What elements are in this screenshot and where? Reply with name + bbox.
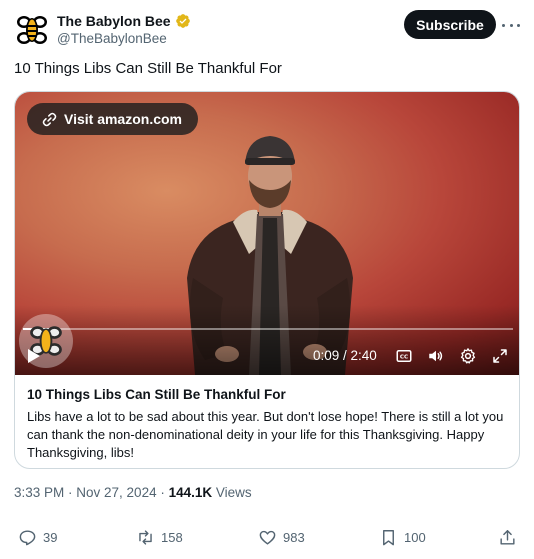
- repost-icon: [139, 530, 152, 545]
- reply-icon: [19, 530, 36, 546]
- account-name[interactable]: The Babylon Bee: [57, 13, 171, 29]
- repost-button[interactable]: 158: [136, 528, 183, 547]
- more-options-icon[interactable]: [502, 17, 520, 33]
- tweet-meta: 3:33 PM · Nov 27, 2024 · 144.1K Views: [14, 485, 252, 500]
- tweet-header: The Babylon Bee @TheBabylonBee Subscribe: [14, 10, 520, 50]
- video-time: 0:09 / 2:40: [313, 348, 377, 363]
- bookmark-icon: [383, 530, 394, 546]
- verified-badge-icon: [175, 14, 190, 28]
- heart-icon: [259, 530, 276, 545]
- volume-icon[interactable]: [427, 347, 445, 365]
- avatar[interactable]: [14, 12, 50, 48]
- views-count: 144.1K: [168, 485, 213, 500]
- video-player[interactable]: Visit amazon.com 0:09 / 2:40 CC: [15, 92, 519, 375]
- babylon-bee-logo-icon: [17, 16, 47, 44]
- video-card[interactable]: Visit amazon.com 0:09 / 2:40 CC 10 Thing…: [14, 91, 520, 469]
- account-name-row: The Babylon Bee: [57, 13, 191, 29]
- settings-icon[interactable]: [459, 347, 477, 365]
- card-title[interactable]: 10 Things Libs Can Still Be Thankful For: [27, 387, 509, 402]
- account-handle[interactable]: @TheBabylonBee: [57, 31, 167, 46]
- reply-count: 39: [43, 530, 58, 545]
- action-bar: 39 158 983 100: [14, 528, 518, 548]
- share-icon: [500, 530, 515, 545]
- like-button[interactable]: 983: [258, 528, 305, 547]
- visit-link-button[interactable]: Visit amazon.com: [27, 103, 199, 135]
- progress-bar[interactable]: [23, 328, 513, 330]
- closed-captions-icon[interactable]: CC: [395, 347, 413, 365]
- card-description: Libs have a lot to be sad about this yea…: [27, 409, 504, 460]
- play-icon[interactable]: [27, 348, 41, 364]
- repost-count: 158: [161, 530, 183, 545]
- subscribe-button[interactable]: Subscribe: [404, 10, 496, 39]
- like-count: 983: [283, 530, 305, 545]
- bookmark-count: 100: [404, 530, 426, 545]
- svg-text:CC: CC: [400, 355, 408, 361]
- visit-link-label: Visit amazon.com: [64, 111, 183, 127]
- reply-button[interactable]: 39: [18, 528, 57, 547]
- fullscreen-icon[interactable]: [491, 347, 509, 365]
- share-button[interactable]: [498, 528, 517, 547]
- bookmark-button[interactable]: 100: [379, 528, 426, 547]
- link-icon: [42, 112, 57, 126]
- card-body[interactable]: 10 Things Libs Can Still Be Thankful For…: [15, 375, 519, 462]
- tweet-text: 10 Things Libs Can Still Be Thankful For: [14, 60, 282, 77]
- views-label: Views: [212, 485, 252, 500]
- timestamp[interactable]: 3:33 PM · Nov 27, 2024 ·: [14, 485, 169, 500]
